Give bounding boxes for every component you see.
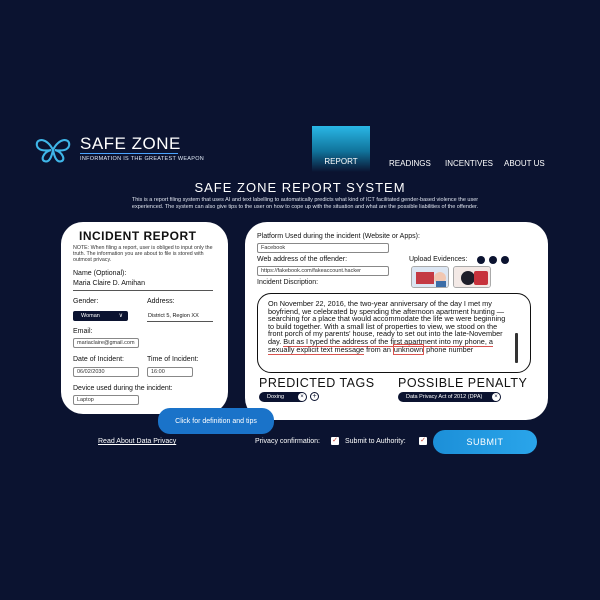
privacy-confirmation-label: Privacy confirmation:	[255, 438, 320, 445]
name-underline	[73, 290, 213, 291]
story-end: phone number	[424, 344, 474, 354]
incident-report-note: NOTE: When filing a report, user is obli…	[73, 245, 213, 264]
submit-authority-checkbox[interactable]: ✓	[419, 437, 427, 445]
chevron-down-icon: ∨	[118, 313, 123, 319]
close-icon[interactable]: ×	[298, 393, 306, 401]
platform-field[interactable]: Facebook	[257, 243, 389, 253]
platform-label: Platform Used during the incident (Websi…	[257, 233, 420, 240]
page-title: SAFE ZONE REPORT SYSTEM	[194, 180, 406, 195]
nav-report-tab[interactable]: REPORT	[312, 126, 370, 172]
evidence-thumbnail-2[interactable]	[453, 266, 491, 288]
logo-tagline: INFORMATION IS THE GREATEST WEAPON	[80, 156, 205, 162]
date-label: Date of Incident:	[73, 356, 124, 363]
gender-select[interactable]: Woman ∨	[73, 311, 128, 321]
name-field[interactable]: Maria Claire D. Amihan	[73, 280, 145, 287]
nav-incentives[interactable]: INCENTIVES	[445, 159, 493, 168]
possible-penalty-title: POSSIBLE PENALTY	[398, 376, 528, 390]
logo-divider	[80, 153, 178, 154]
tooltip-label: Click for definition and tips	[175, 417, 257, 425]
submit-button[interactable]: SUBMIT	[433, 430, 537, 454]
definition-tooltip[interactable]: Click for definition and tips	[158, 408, 274, 434]
email-label: Email:	[73, 328, 93, 335]
gender-value: Woman	[81, 313, 100, 319]
logo-title: SAFE ZONE	[80, 134, 181, 153]
incident-description-text: On November 22, 2016, the two-year anniv…	[268, 300, 512, 355]
attach-icon[interactable]	[501, 256, 509, 264]
name-label: Name (Optional):	[73, 270, 127, 277]
address-field[interactable]: District 5, Region XX	[148, 313, 199, 319]
predicted-tags-title: PREDICTED TAGS	[259, 376, 375, 390]
device-field[interactable]: Laptop	[73, 395, 139, 405]
upload-label: Upload Evidences:	[409, 256, 468, 263]
submit-authority-label: Submit to Authority:	[345, 438, 406, 445]
privacy-confirmation-checkbox[interactable]: ✓	[331, 437, 339, 445]
time-field[interactable]: 16:00	[147, 367, 193, 377]
nav-report-label: REPORT	[324, 157, 358, 166]
story-mid: from an	[364, 344, 393, 354]
tag-doxing[interactable]: Doxing ×	[259, 392, 307, 402]
evidence-image-1	[412, 267, 448, 287]
description-scrollbar[interactable]	[515, 333, 518, 363]
close-icon[interactable]: ×	[492, 393, 500, 401]
camera-icon[interactable]	[477, 256, 485, 264]
butterfly-logo-icon	[35, 139, 71, 163]
data-privacy-link[interactable]: Read About Data Privacy	[98, 438, 176, 445]
web-address-field[interactable]: https://fakebook.com/fakeaccount.hacker	[257, 266, 389, 276]
device-label: Device used during the incident:	[73, 385, 173, 392]
penalty-dpa[interactable]: Data Privacy Act of 2012 (DPA) ×	[398, 392, 501, 402]
time-label: Time of Incident:	[147, 356, 199, 363]
evidence-thumbnail-1[interactable]	[411, 266, 449, 288]
address-label: Address:	[147, 298, 175, 305]
tag-doxing-label: Doxing	[267, 394, 285, 400]
penalty-dpa-label: Data Privacy Act of 2012 (DPA)	[406, 394, 483, 400]
nav-about-us[interactable]: ABOUT US	[504, 159, 545, 168]
email-field[interactable]: mariaclaire@gmail.com	[73, 338, 139, 348]
evidence-image-2	[454, 267, 490, 287]
incident-report-title: INCIDENT REPORT	[79, 229, 197, 243]
description-label: Incident Discription:	[257, 279, 319, 286]
story-highlight-3: unknown	[392, 343, 425, 355]
story-highlight-2: sexually explicit text message	[268, 344, 365, 355]
address-underline	[147, 321, 213, 322]
date-field[interactable]: 06/02/2030	[73, 367, 139, 377]
gender-label: Gender:	[73, 298, 99, 305]
web-address-label: Web address of the offender:	[257, 256, 348, 263]
image-icon[interactable]	[489, 256, 497, 264]
add-tag-icon[interactable]: +	[310, 392, 319, 401]
nav-readings[interactable]: READINGS	[389, 159, 431, 168]
page-description: This is a report filing system that uses…	[131, 197, 479, 210]
